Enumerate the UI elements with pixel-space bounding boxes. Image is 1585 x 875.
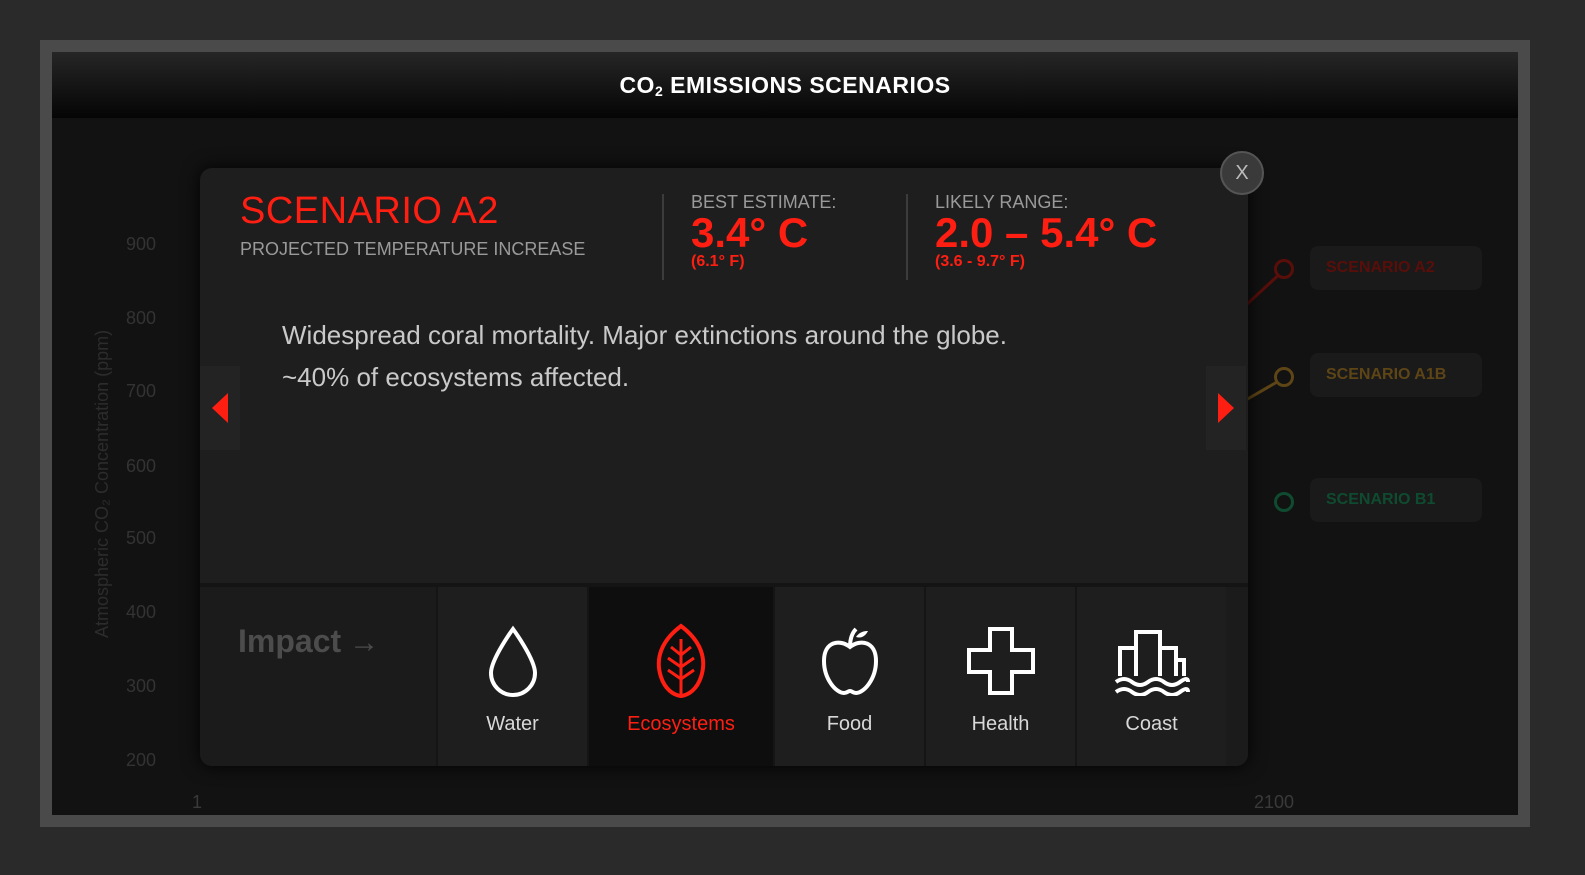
impact-heading: Impact → (238, 623, 380, 659)
impact-label: Coast (1125, 713, 1178, 735)
scenario-a1b-label[interactable]: SCENARIO A1B (1310, 353, 1482, 397)
scenario-a2-marker[interactable] (1274, 259, 1294, 279)
y-tick: 200 (126, 750, 157, 770)
y-tick: 400 (126, 602, 157, 622)
y-axis-label: Atmospheric CO₂ Concentration (ppm) (92, 329, 112, 638)
scenario-heading: SCENARIO A2 PROJECTED TEMPERATURE INCREA… (240, 190, 585, 260)
impact-label: Health (971, 713, 1030, 735)
arrow-right-icon: → (349, 626, 380, 659)
scenario-detail-modal: SCENARIO A2 PROJECTED TEMPERATURE INCREA… (200, 168, 1248, 766)
title-bar: CO2 EMISSIONS SCENARIOS (52, 52, 1518, 118)
likely-range: LIKELY RANGE: 2.0 – 5.4° C (3.6 - 9.7° F… (935, 192, 1157, 271)
divider (906, 194, 908, 280)
scenario-b1-marker[interactable] (1274, 492, 1294, 512)
next-button[interactable] (1206, 366, 1246, 450)
x-tick: 1 (192, 792, 203, 812)
y-tick: 500 (126, 528, 157, 548)
description-line: ~40% of ecosystems affected. (282, 362, 630, 392)
impact-food[interactable]: Food (773, 587, 924, 766)
best-estimate: BEST ESTIMATE: 3.4° C (6.1° F) (691, 192, 836, 271)
divider (662, 194, 664, 280)
scenario-subtitle: PROJECTED TEMPERATURE INCREASE (240, 239, 586, 259)
impact-water[interactable]: Water (436, 587, 587, 766)
left-triangle-icon (212, 393, 228, 423)
impact-label: Water (486, 713, 539, 735)
impact-description: Widespread coral mortality. Major extinc… (282, 314, 1162, 398)
scenario-b1-label[interactable]: SCENARIO B1 (1310, 478, 1482, 522)
description-line: Widespread coral mortality. Major extinc… (282, 320, 1007, 350)
likely-range-value: 2.0 – 5.4° C (935, 209, 1158, 256)
impact-health[interactable]: Health (924, 587, 1075, 766)
cross-icon (961, 621, 1041, 701)
impact-bar: Impact → Water Ecosystems Food Health Co… (200, 583, 1248, 766)
impact-coast[interactable]: Coast (1075, 587, 1226, 766)
y-tick: 600 (126, 456, 157, 476)
scenario-title: SCENARIO A2 (240, 190, 499, 232)
impact-label: Food (826, 713, 873, 735)
best-estimate-value: 3.4° C (691, 209, 809, 256)
impact-ecosystems[interactable]: Ecosystems (587, 587, 773, 766)
impact-label: Ecosystems (627, 713, 735, 735)
page-title: CO2 EMISSIONS SCENARIOS (619, 71, 951, 99)
y-tick: 700 (126, 381, 157, 401)
y-tick: 900 (126, 234, 157, 254)
apple-icon (810, 621, 890, 701)
scenario-a2-label[interactable]: SCENARIO A2 (1310, 246, 1482, 290)
y-tick: 800 (126, 308, 157, 328)
leaf-icon (641, 621, 721, 701)
previous-button[interactable] (200, 366, 240, 450)
city-flood-icon (1112, 621, 1192, 701)
right-triangle-icon (1218, 393, 1234, 423)
y-tick: 300 (126, 676, 157, 696)
droplet-icon (473, 621, 553, 701)
x-tick: 2100 (1254, 792, 1295, 812)
close-button[interactable]: X (1220, 151, 1264, 195)
scenario-a1b-marker[interactable] (1274, 367, 1294, 387)
